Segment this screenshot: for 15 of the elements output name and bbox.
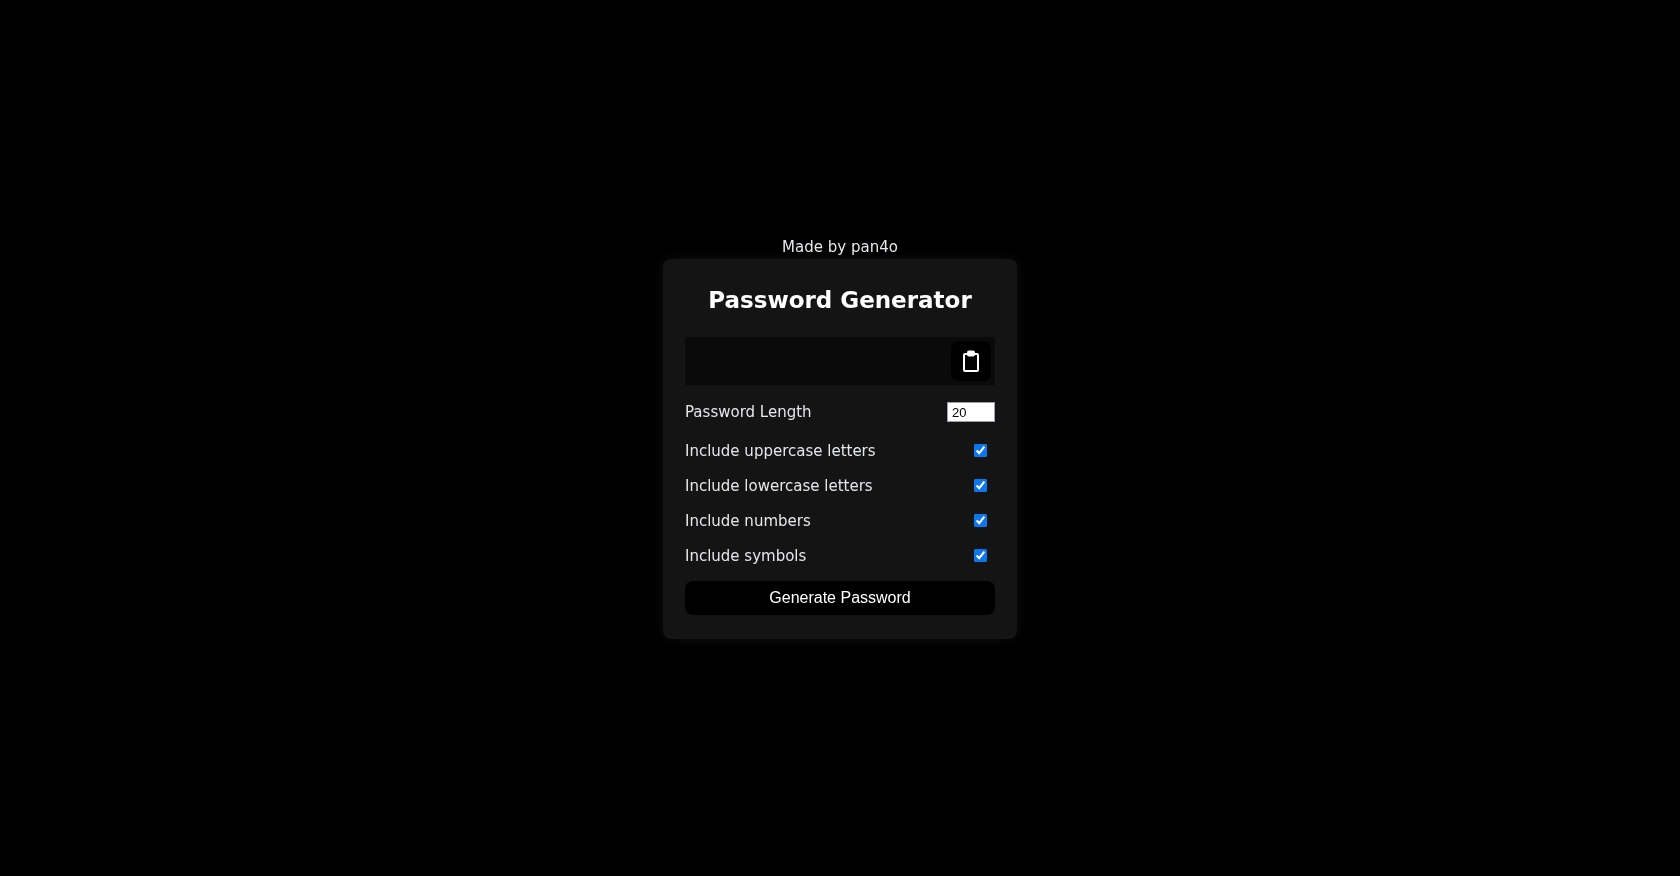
- length-label: Password Length: [685, 402, 812, 423]
- credit-text: Made by pan4o: [782, 236, 898, 257]
- option-checkbox[interactable]: [974, 479, 987, 493]
- option-label: Include lowercase letters: [685, 475, 873, 497]
- option-label: Include numbers: [685, 510, 811, 532]
- option-checkbox[interactable]: [974, 444, 987, 458]
- card-title: Password Generator: [707, 285, 973, 315]
- length-input[interactable]: 20: [947, 402, 995, 423]
- option-checkbox[interactable]: [974, 549, 987, 563]
- clipboard-icon: [962, 350, 980, 373]
- copy-button[interactable]: [951, 341, 991, 382]
- option-checkbox[interactable]: [974, 514, 987, 528]
- generate-button[interactable]: Generate Password: [685, 581, 995, 616]
- option-label: Include uppercase letters: [685, 440, 876, 462]
- option-label: Include symbols: [685, 545, 807, 567]
